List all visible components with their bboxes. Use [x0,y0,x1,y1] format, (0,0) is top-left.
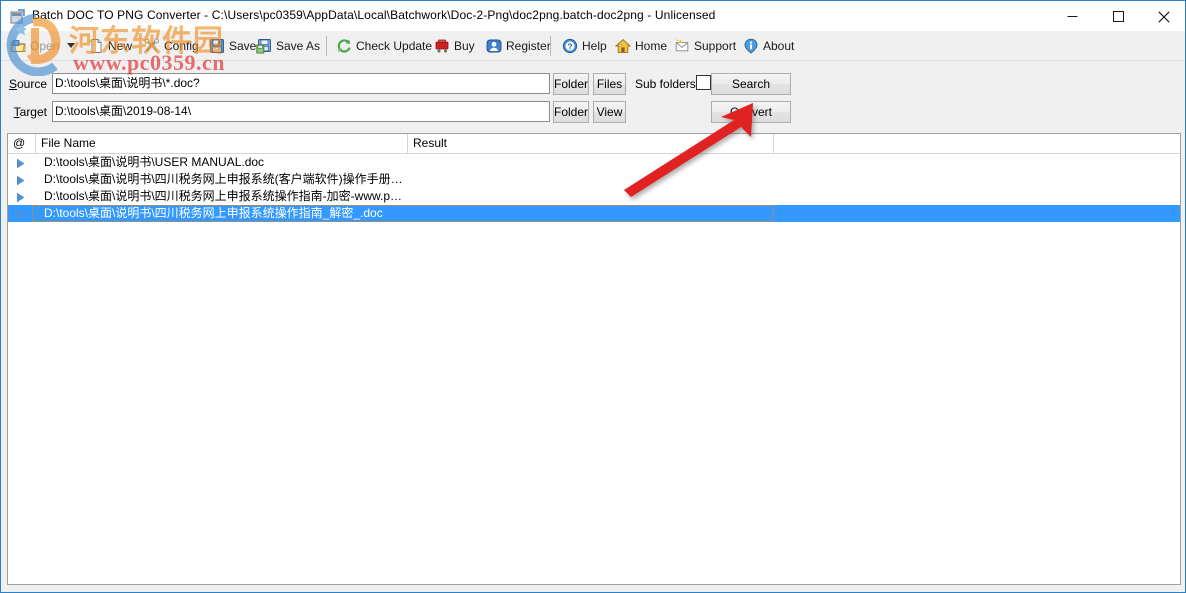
toolbar-save-as-label: Save As [276,39,321,53]
svg-text:?: ? [568,42,573,51]
toolbar-home-label: Home [635,39,668,53]
maximize-button[interactable] [1095,1,1141,32]
toolbar-config-button[interactable]: Config [141,31,202,61]
toolbar-home-button[interactable]: Home [612,31,670,61]
target-path-input[interactable]: D:\tools\桌面\2019-08-14\ [52,101,550,122]
table-row[interactable]: D:\tools\桌面\说明书\四川税务网上申报系统(客户端软件)操作手册… [8,171,1180,188]
toolbar-save-button[interactable]: Save [206,31,259,61]
toolbar-about-button[interactable]: About [740,31,797,61]
minimize-icon [1067,11,1078,22]
play-triangle-icon [16,174,26,186]
toolbar-new-label: New [108,39,133,53]
target-view-button[interactable]: View [593,101,626,123]
toolbar-support-button[interactable]: Support [671,31,739,61]
close-icon [1158,10,1170,23]
toolbar-new-button[interactable]: New [85,31,135,61]
chevron-down-icon[interactable] [67,43,75,48]
file-name-cell: D:\tools\桌面\说明书\USER MANUAL.doc [44,155,265,169]
toolbar-about-label: About [763,39,795,53]
toolbar-buy-label: Buy [454,39,475,53]
minimize-button[interactable] [1049,1,1095,32]
file-name-cell: D:\tools\桌面\说明书\四川税务网上申报系统(客户端软件)操作手册… [44,172,403,186]
help-question-icon: ? [562,38,578,54]
config-tools-icon [144,38,160,54]
about-info-icon [743,38,759,54]
source-path-input[interactable]: D:\tools\桌面\说明书\*.doc? [52,73,550,94]
toolbar-open-label: Open [30,39,60,53]
save-as-floppy-icon [256,38,272,54]
target-label: Target [13,105,47,119]
path-settings-panel: Source D:\tools\桌面\说明书\*.doc? Folder Fil… [1,61,1185,127]
home-house-icon [614,38,632,54]
open-folder-icon [10,38,26,54]
sub-folders-label: Sub folders [635,77,696,91]
source-folder-button[interactable]: Folder [553,73,589,95]
table-row[interactable]: D:\tools\桌面\说明书\四川税务网上申报系统操作指南_解密_.doc [8,205,1180,222]
maximize-icon [1112,11,1124,22]
play-triangle-icon [16,191,26,203]
file-list[interactable]: @ File Name Result D:\tools\桌面\说明书\USER … [7,133,1181,585]
toolbar-buy-button[interactable]: Buy [431,31,478,61]
toolbar-separator [550,36,551,56]
sub-folders-checkbox[interactable] [696,75,711,90]
toolbar-help-label: Help [582,39,607,53]
toolbar-config-label: Config [164,39,199,53]
column-header-at[interactable]: @ [8,134,36,153]
convert-button[interactable]: Convert [711,101,791,123]
column-header-result[interactable]: Result [408,134,774,153]
file-list-header: @ File Name Result [8,134,1180,154]
toolbar-open-button[interactable]: Open [7,31,62,61]
toolbar-save-as-button[interactable]: Save As [253,31,323,61]
table-row[interactable]: D:\tools\桌面\说明书\USER MANUAL.doc [8,154,1180,171]
main-toolbar: Open New Config Save Save As Check Updat… [1,31,1185,61]
play-triangle-icon [16,208,26,220]
play-triangle-icon [16,157,26,169]
shopping-cart-icon [434,38,450,54]
file-name-cell: D:\tools\桌面\说明书\四川税务网上申报系统操作指南_解密_.doc [44,206,383,220]
toolbar-check-update-label: Check Update [356,39,433,53]
refresh-update-icon [336,38,352,54]
toolbar-register-label: Register [506,39,551,53]
app-window-icon [9,8,26,25]
toolbar-check-update-button[interactable]: Check Update [333,31,435,61]
toolbar-support-label: Support [694,39,737,53]
search-button[interactable]: Search [711,73,791,95]
support-mail-icon [674,38,690,54]
file-name-cell: D:\tools\桌面\说明书\四川税务网上申报系统操作指南-加密-www.p… [44,189,403,203]
save-floppy-icon [209,38,225,54]
title-bar: Batch DOC TO PNG Converter - C:\Users\pc… [1,0,1185,32]
column-header-file-name[interactable]: File Name [36,134,408,153]
toolbar-help-button[interactable]: ? Help [559,31,610,61]
window-title: Batch DOC TO PNG Converter - C:\Users\pc… [32,8,716,22]
source-files-button[interactable]: Files [593,73,626,95]
target-folder-button[interactable]: Folder [553,101,589,123]
register-key-icon [486,38,502,54]
source-label: Source [8,77,47,91]
toolbar-register-button[interactable]: Register [483,31,554,61]
toolbar-separator [326,36,327,56]
table-row[interactable]: D:\tools\桌面\说明书\四川税务网上申报系统操作指南-加密-www.p… [8,188,1180,205]
new-document-icon [88,38,104,54]
application-window: Batch DOC TO PNG Converter - C:\Users\pc… [0,0,1186,593]
window-controls [1049,1,1185,32]
close-button[interactable] [1141,1,1185,32]
file-list-rows: D:\tools\桌面\说明书\USER MANUAL.doc D:\tools… [8,154,1180,222]
